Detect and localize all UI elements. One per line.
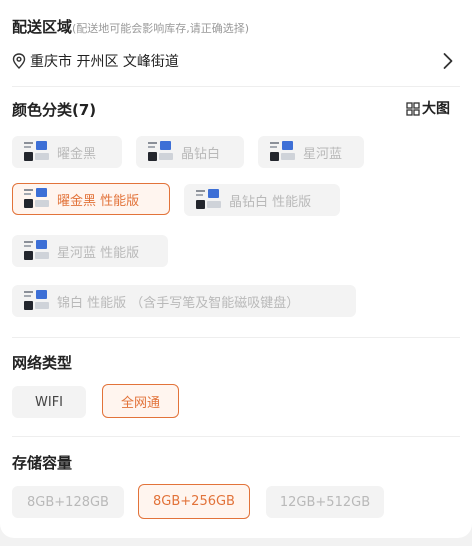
product-thumbnail (195, 189, 223, 211)
delivery-title: 配送区域 (12, 18, 73, 36)
chevron-right-icon[interactable] (442, 52, 454, 70)
color-option-label: 晶钻白 性能版 (229, 194, 312, 210)
color-option[interactable]: 锦白 性能版 （含手写笔及智能磁吸键盘） (12, 285, 356, 317)
divider (12, 436, 460, 437)
color-option[interactable]: 星河蓝 (258, 136, 364, 168)
product-thumbnail (23, 188, 51, 210)
divider (12, 337, 460, 338)
network-option-wifi[interactable]: WIFI (12, 386, 86, 418)
storage-option-selected[interactable]: 8GB+256GB (138, 484, 250, 519)
color-option-label: 曜金黑 性能版 (57, 193, 140, 209)
color-option-label: 晶钻白 (181, 146, 221, 162)
color-option-label: 曜金黑 (57, 146, 97, 162)
product-thumbnail (269, 141, 297, 163)
color-option[interactable]: 曜金黑 (12, 136, 122, 168)
storage-option[interactable]: 8GB+128GB (12, 486, 124, 518)
color-option-label: 锦白 性能版 （含手写笔及智能磁吸键盘） (57, 295, 300, 311)
sku-selection-panel: 配送区域(配送地可能会影响库存,请正确选择) 重庆市 开州区 文峰街道 颜色分类… (0, 0, 472, 538)
color-option-selected[interactable]: 曜金黑 性能版 (12, 183, 170, 215)
storage-option[interactable]: 12GB+512GB (266, 486, 384, 518)
location-pin-icon (12, 53, 26, 69)
storage-heading: 存储容量 (12, 454, 73, 472)
delivery-address: 重庆市 开州区 文峰街道 (30, 54, 179, 70)
product-thumbnail (23, 290, 51, 312)
network-heading: 网络类型 (12, 354, 73, 372)
color-option-label: 星河蓝 (303, 146, 343, 162)
network-option-all-network[interactable]: 全网通 (102, 384, 179, 418)
big-image-label: 大图 (422, 101, 450, 117)
divider (12, 86, 460, 87)
product-thumbnail (147, 141, 175, 163)
delivery-address-row[interactable]: 重庆市 开州区 文峰街道 (12, 48, 460, 74)
color-option[interactable]: 晶钻白 性能版 (184, 184, 340, 216)
big-image-toggle[interactable]: 大图 (406, 98, 450, 118)
delivery-note: (配送地可能会影响库存,请正确选择) (72, 22, 250, 35)
product-thumbnail (23, 240, 51, 262)
product-thumbnail (23, 141, 51, 163)
color-option[interactable]: 星河蓝 性能版 (12, 235, 168, 267)
color-option[interactable]: 晶钻白 (136, 136, 244, 168)
delivery-heading: 配送区域(配送地可能会影响库存,请正确选择) (12, 16, 249, 37)
color-option-label: 星河蓝 性能版 (57, 245, 140, 261)
grid-view-icon (406, 101, 420, 116)
color-heading: 颜色分类(7) (12, 101, 97, 119)
